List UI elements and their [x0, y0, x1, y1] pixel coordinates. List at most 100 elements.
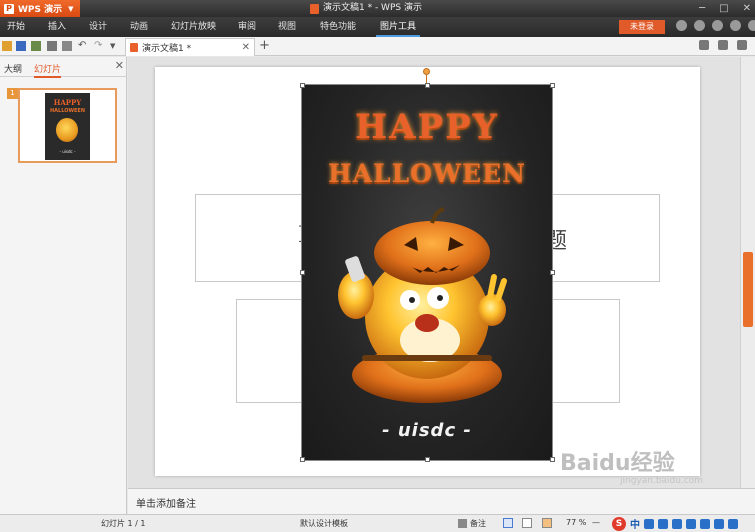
help-icon[interactable] — [694, 20, 705, 31]
restore-icon[interactable] — [718, 40, 728, 50]
poster-brand-text: - uisdc - — [382, 420, 472, 441]
menu-view[interactable]: 视图 — [278, 17, 296, 37]
zoom-out-button[interactable]: — — [592, 518, 600, 527]
menu-special-features[interactable]: 特色功能 — [320, 17, 356, 37]
title-bar: P WPS 演示 ▼ 演示文稿1 * - WPS 演示 ─ □ ✕ — [0, 0, 755, 17]
slide-counter: 幻灯片 1 / 1 — [101, 519, 146, 528]
ime-user-icon[interactable] — [686, 518, 696, 529]
notes-toggle-label: 备注 — [470, 519, 486, 528]
slideshow-view-icon[interactable] — [542, 518, 552, 528]
baidu-watermark-url: jingyan.baidu.com — [620, 476, 704, 486]
slide-editing-area: I 题 HAPPY HALLOWEEN — [128, 57, 740, 488]
resize-handle-br[interactable] — [550, 457, 555, 462]
menu-review[interactable]: 审阅 — [238, 17, 256, 37]
ime-grid-icon[interactable] — [728, 518, 738, 529]
poster-happy-text: HAPPY — [355, 107, 499, 147]
slide-panel: 大纲 幻灯片 ✕ 1 HAPPY HALLOWEEN - uisdc - — [0, 57, 127, 514]
document-tab[interactable]: 演示文稿1 * ✕ — [125, 38, 255, 56]
chevron-down-icon: ▼ — [68, 4, 74, 13]
dropdown-icon[interactable]: ▼ — [110, 41, 120, 51]
notes-placeholder: 单击添加备注 — [136, 499, 196, 510]
app-menu-button[interactable]: P WPS 演示 ▼ — [0, 0, 80, 17]
preview-icon[interactable] — [62, 41, 72, 51]
rotate-handle[interactable] — [423, 68, 430, 75]
menu-animation[interactable]: 动画 — [130, 17, 148, 37]
menu-design[interactable]: 设计 — [89, 17, 107, 37]
menu-home[interactable]: 开始 — [7, 17, 25, 37]
notes-toggle-button[interactable]: 备注 — [458, 518, 486, 529]
slide-canvas[interactable]: I 题 HAPPY HALLOWEEN — [155, 67, 700, 476]
resize-handle-tl[interactable] — [300, 83, 305, 88]
ime-punct-icon[interactable] — [658, 518, 668, 529]
slide-sorter-view-icon[interactable] — [522, 518, 532, 528]
ribbon-right-icons — [676, 20, 755, 31]
skin-icon[interactable] — [676, 20, 687, 31]
scrollbar-thumb[interactable] — [743, 252, 753, 327]
thumb-title: HAPPY — [53, 98, 82, 107]
resize-handle-r[interactable] — [550, 270, 555, 275]
expand-icon[interactable] — [748, 20, 755, 31]
pumpkin-character-icon — [56, 118, 78, 142]
ribbon-menu-bar: 开始 插入 设计 动画 幻灯片放映 审阅 视图 特色功能 图片工具 未登录 — [0, 17, 755, 37]
template-name: 默认设计模板 — [300, 519, 348, 528]
sogou-ime-icon[interactable]: S — [612, 516, 626, 531]
minimize-button[interactable]: ─ — [699, 3, 705, 14]
tab-slides[interactable]: 幻灯片 — [34, 62, 62, 78]
undo-icon[interactable]: ↶ — [78, 41, 88, 51]
resize-handle-bl[interactable] — [300, 457, 305, 462]
vertical-scrollbar[interactable] — [740, 57, 755, 488]
redo-icon[interactable]: ↷ — [94, 41, 104, 51]
toolbar-right-icons — [699, 40, 747, 50]
presentation-file-icon — [310, 3, 319, 14]
close-window-button[interactable]: ✕ — [743, 3, 751, 14]
settings-icon[interactable] — [730, 20, 741, 31]
menu-slideshow[interactable]: 幻灯片放映 — [171, 17, 216, 37]
close-tab-button[interactable]: ✕ — [242, 42, 250, 53]
quick-access-toolbar: ↶ ↷ ▼ 演示文稿1 * ✕ + — [0, 37, 755, 56]
thumb-brand: - uisdc - — [59, 149, 76, 154]
resize-handle-l[interactable] — [300, 270, 305, 275]
ime-tshirt-icon[interactable] — [700, 518, 710, 529]
print-preview-icon[interactable] — [31, 41, 41, 51]
notes-icon — [458, 519, 467, 528]
document-tab-label: 演示文稿1 * — [142, 44, 192, 54]
maximize-button[interactable]: □ — [719, 3, 728, 14]
close-doc-icon[interactable] — [737, 40, 747, 50]
menu-insert[interactable]: 插入 — [48, 17, 66, 37]
ime-language[interactable]: 中 — [630, 516, 640, 531]
wps-logo-icon: P — [4, 3, 14, 14]
brush-icon[interactable] — [699, 40, 709, 50]
thumb-subtitle: HALLOWEEN — [49, 108, 86, 114]
new-tab-button[interactable]: + — [259, 38, 270, 53]
notes-pane[interactable]: 单击添加备注 — [128, 488, 755, 514]
baidu-watermark: Baidu经验 — [560, 451, 675, 476]
window-title-text: 演示文稿1 * - WPS 演示 — [323, 3, 422, 13]
print-icon[interactable] — [47, 41, 57, 51]
normal-view-icon[interactable] — [503, 518, 513, 528]
tshirt-icon[interactable] — [712, 20, 723, 31]
window-controls: ─ □ ✕ — [699, 0, 751, 17]
zoom-level[interactable]: 77 % — [566, 518, 586, 527]
resize-handle-tr[interactable] — [550, 83, 555, 88]
slide-number-badge: 1 — [7, 88, 18, 99]
presentation-file-icon — [130, 43, 138, 52]
window-title: 演示文稿1 * - WPS 演示 — [310, 0, 422, 17]
ime-toolbar: S 中 — [612, 516, 738, 531]
ime-arrow-up-icon[interactable] — [714, 518, 724, 529]
tab-outline[interactable]: 大纲 — [4, 62, 22, 75]
resize-handle-b[interactable] — [425, 457, 430, 462]
ime-moon-icon[interactable] — [644, 518, 654, 529]
login-button[interactable]: 未登录 — [619, 20, 665, 34]
open-icon[interactable] — [2, 41, 12, 51]
slide-thumbnail[interactable]: HAPPY HALLOWEEN - uisdc - — [18, 88, 117, 163]
pumpkin-character-icon — [338, 207, 507, 403]
ime-keyboard-icon[interactable] — [672, 518, 682, 529]
halloween-poster-image[interactable]: HAPPY HALLOWEEN - uisdc - — [301, 84, 553, 461]
app-name: WPS 演示 — [18, 5, 63, 15]
save-icon[interactable] — [16, 41, 26, 51]
menu-picture-tools[interactable]: 图片工具 — [376, 17, 421, 37]
resize-handle-t[interactable] — [425, 83, 430, 88]
close-panel-button[interactable]: ✕ — [115, 59, 124, 72]
panel-tabs: 大纲 幻灯片 ✕ — [0, 57, 127, 78]
poster-halloween-text: HALLOWEEN — [328, 159, 526, 188]
